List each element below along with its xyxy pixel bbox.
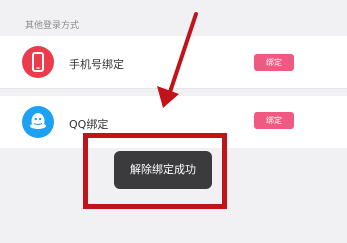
qq-icon [22, 106, 54, 138]
phone-bind-label: 手机号绑定 [69, 58, 124, 71]
toast-message: 解除绑定成功 [114, 151, 212, 189]
qq-bind-label: QQ绑定 [69, 118, 109, 131]
phone-icon [22, 46, 54, 78]
phone-bind-button[interactable]: 绑定 [254, 54, 294, 71]
list-row-phone[interactable]: 手机号绑定 绑定 [0, 36, 347, 89]
qq-bind-button[interactable]: 绑定 [254, 112, 294, 129]
section-title: 其他登录方式 [25, 21, 80, 31]
